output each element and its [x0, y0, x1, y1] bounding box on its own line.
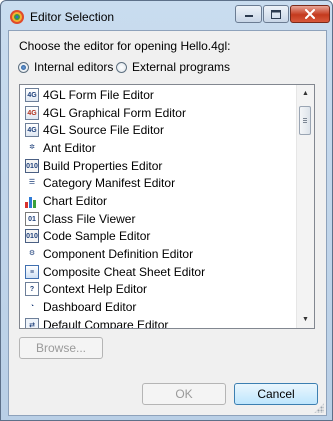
binary-010-icon: 010 — [25, 158, 39, 173]
prompt-label: Choose the editor for opening Hello.4gl: — [19, 39, 231, 53]
triangle-up-icon: ▲ — [302, 90, 309, 97]
close-icon — [305, 9, 315, 19]
grip-line — [303, 118, 307, 119]
list-item[interactable]: 010 Code Sample Editor — [21, 228, 297, 246]
list-item-label: Category Manifest Editor — [43, 176, 176, 191]
cancel-button[interactable]: Cancel — [234, 383, 318, 405]
minimize-button[interactable] — [235, 5, 262, 23]
list-item[interactable]: ✲ Ant Editor — [21, 139, 297, 157]
list-item-label: 4GL Form File Editor — [43, 87, 154, 102]
scroll-up-button[interactable]: ▲ — [297, 85, 314, 102]
list-item-label: Component Definition Editor — [43, 247, 194, 262]
dialog-content: Choose the editor for opening Hello.4gl:… — [8, 30, 327, 416]
grip-line — [303, 122, 307, 123]
radio-checked-icon[interactable] — [18, 61, 29, 73]
editor-list-items: 4G 4GL Form File Editor 4G 4GL Graphical… — [21, 86, 297, 329]
list-item-label: Dashboard Editor — [43, 300, 137, 315]
list-item[interactable]: 010 Build Properties Editor — [21, 157, 297, 175]
minimize-icon — [244, 15, 253, 17]
browse-button[interactable]: Browse... — [19, 337, 103, 359]
radio-unchecked-icon[interactable] — [116, 61, 127, 73]
list-item-label: 4GL Source File Editor — [43, 123, 164, 138]
list-item-label: Chart Editor — [43, 193, 108, 208]
component-definition-icon: ⚙ — [28, 250, 36, 258]
list-item[interactable]: Chart Editor — [21, 192, 297, 210]
list-item[interactable]: ≡ Composite Cheat Sheet Editor — [21, 263, 297, 281]
triangle-down-icon: ▼ — [302, 316, 309, 323]
list-item[interactable]: 4G 4GL Graphical Form Editor — [21, 104, 297, 122]
list-item[interactable]: ◔ Dashboard Editor — [21, 298, 297, 316]
list-item[interactable]: ⚙ Component Definition Editor — [21, 245, 297, 263]
ok-button[interactable]: OK — [142, 383, 226, 405]
window-title: Editor Selection — [30, 10, 115, 24]
list-item-label: Build Properties Editor — [43, 158, 163, 173]
cheat-sheet-icon: ≡ — [25, 264, 39, 279]
list-item-label: Ant Editor — [43, 140, 96, 155]
bar-chart-icon — [25, 194, 39, 208]
list-item[interactable]: ☰ Category Manifest Editor — [21, 174, 297, 192]
internal-editors-radio[interactable]: Internal editors — [18, 60, 113, 74]
scroll-thumb[interactable] — [299, 106, 311, 135]
compare-icon: ⇄ — [25, 317, 39, 328]
eclipse-colorful-icon — [10, 10, 24, 24]
maximize-icon — [271, 9, 281, 19]
ant-icon: ✲ — [29, 143, 35, 151]
editor-selection-dialog: Editor Selection Choose the editor for o… — [0, 0, 333, 421]
context-help-icon: ? — [25, 282, 39, 297]
external-programs-label[interactable]: External programs — [132, 60, 230, 74]
dashboard-icon: ◔ — [29, 303, 35, 311]
list-scrollbar[interactable]: ▲ ▼ — [296, 85, 314, 328]
list-item-label: Class File Viewer — [43, 211, 136, 226]
4gl-form-file-icon: 4G — [25, 87, 39, 102]
list-item-label: Code Sample Editor — [43, 229, 151, 244]
list-item[interactable]: 01 Class File Viewer — [21, 210, 297, 228]
4gl-source-file-icon: 4G — [25, 123, 39, 138]
list-item[interactable]: 4G 4GL Source File Editor — [21, 121, 297, 139]
4gl-graphical-form-icon: 4G — [25, 105, 39, 120]
binary-010-icon: 010 — [25, 229, 39, 244]
close-button[interactable] — [290, 5, 330, 23]
editor-list[interactable]: 4G 4GL Form File Editor 4G 4GL Graphical… — [19, 84, 315, 329]
category-manifest-icon: ☰ — [28, 179, 36, 187]
list-item[interactable]: ⇄ Default Compare Editor — [21, 316, 297, 329]
scroll-down-button[interactable]: ▼ — [297, 311, 314, 328]
title-bar[interactable]: Editor Selection — [1, 1, 332, 31]
list-item-label: Composite Cheat Sheet Editor — [43, 264, 206, 279]
maximize-button[interactable] — [263, 5, 289, 23]
list-item-label: 4GL Graphical Form Editor — [43, 105, 186, 120]
internal-editors-label[interactable]: Internal editors — [34, 60, 113, 74]
list-item-label: Default Compare Editor — [43, 317, 169, 329]
external-programs-radio[interactable]: External programs — [116, 60, 230, 74]
list-item[interactable]: ? Context Help Editor — [21, 281, 297, 299]
list-item[interactable]: 4G 4GL Form File Editor — [21, 86, 297, 104]
grip-line — [303, 120, 307, 121]
class-file-icon: 01 — [25, 211, 39, 226]
list-item-label: Context Help Editor — [43, 282, 148, 297]
